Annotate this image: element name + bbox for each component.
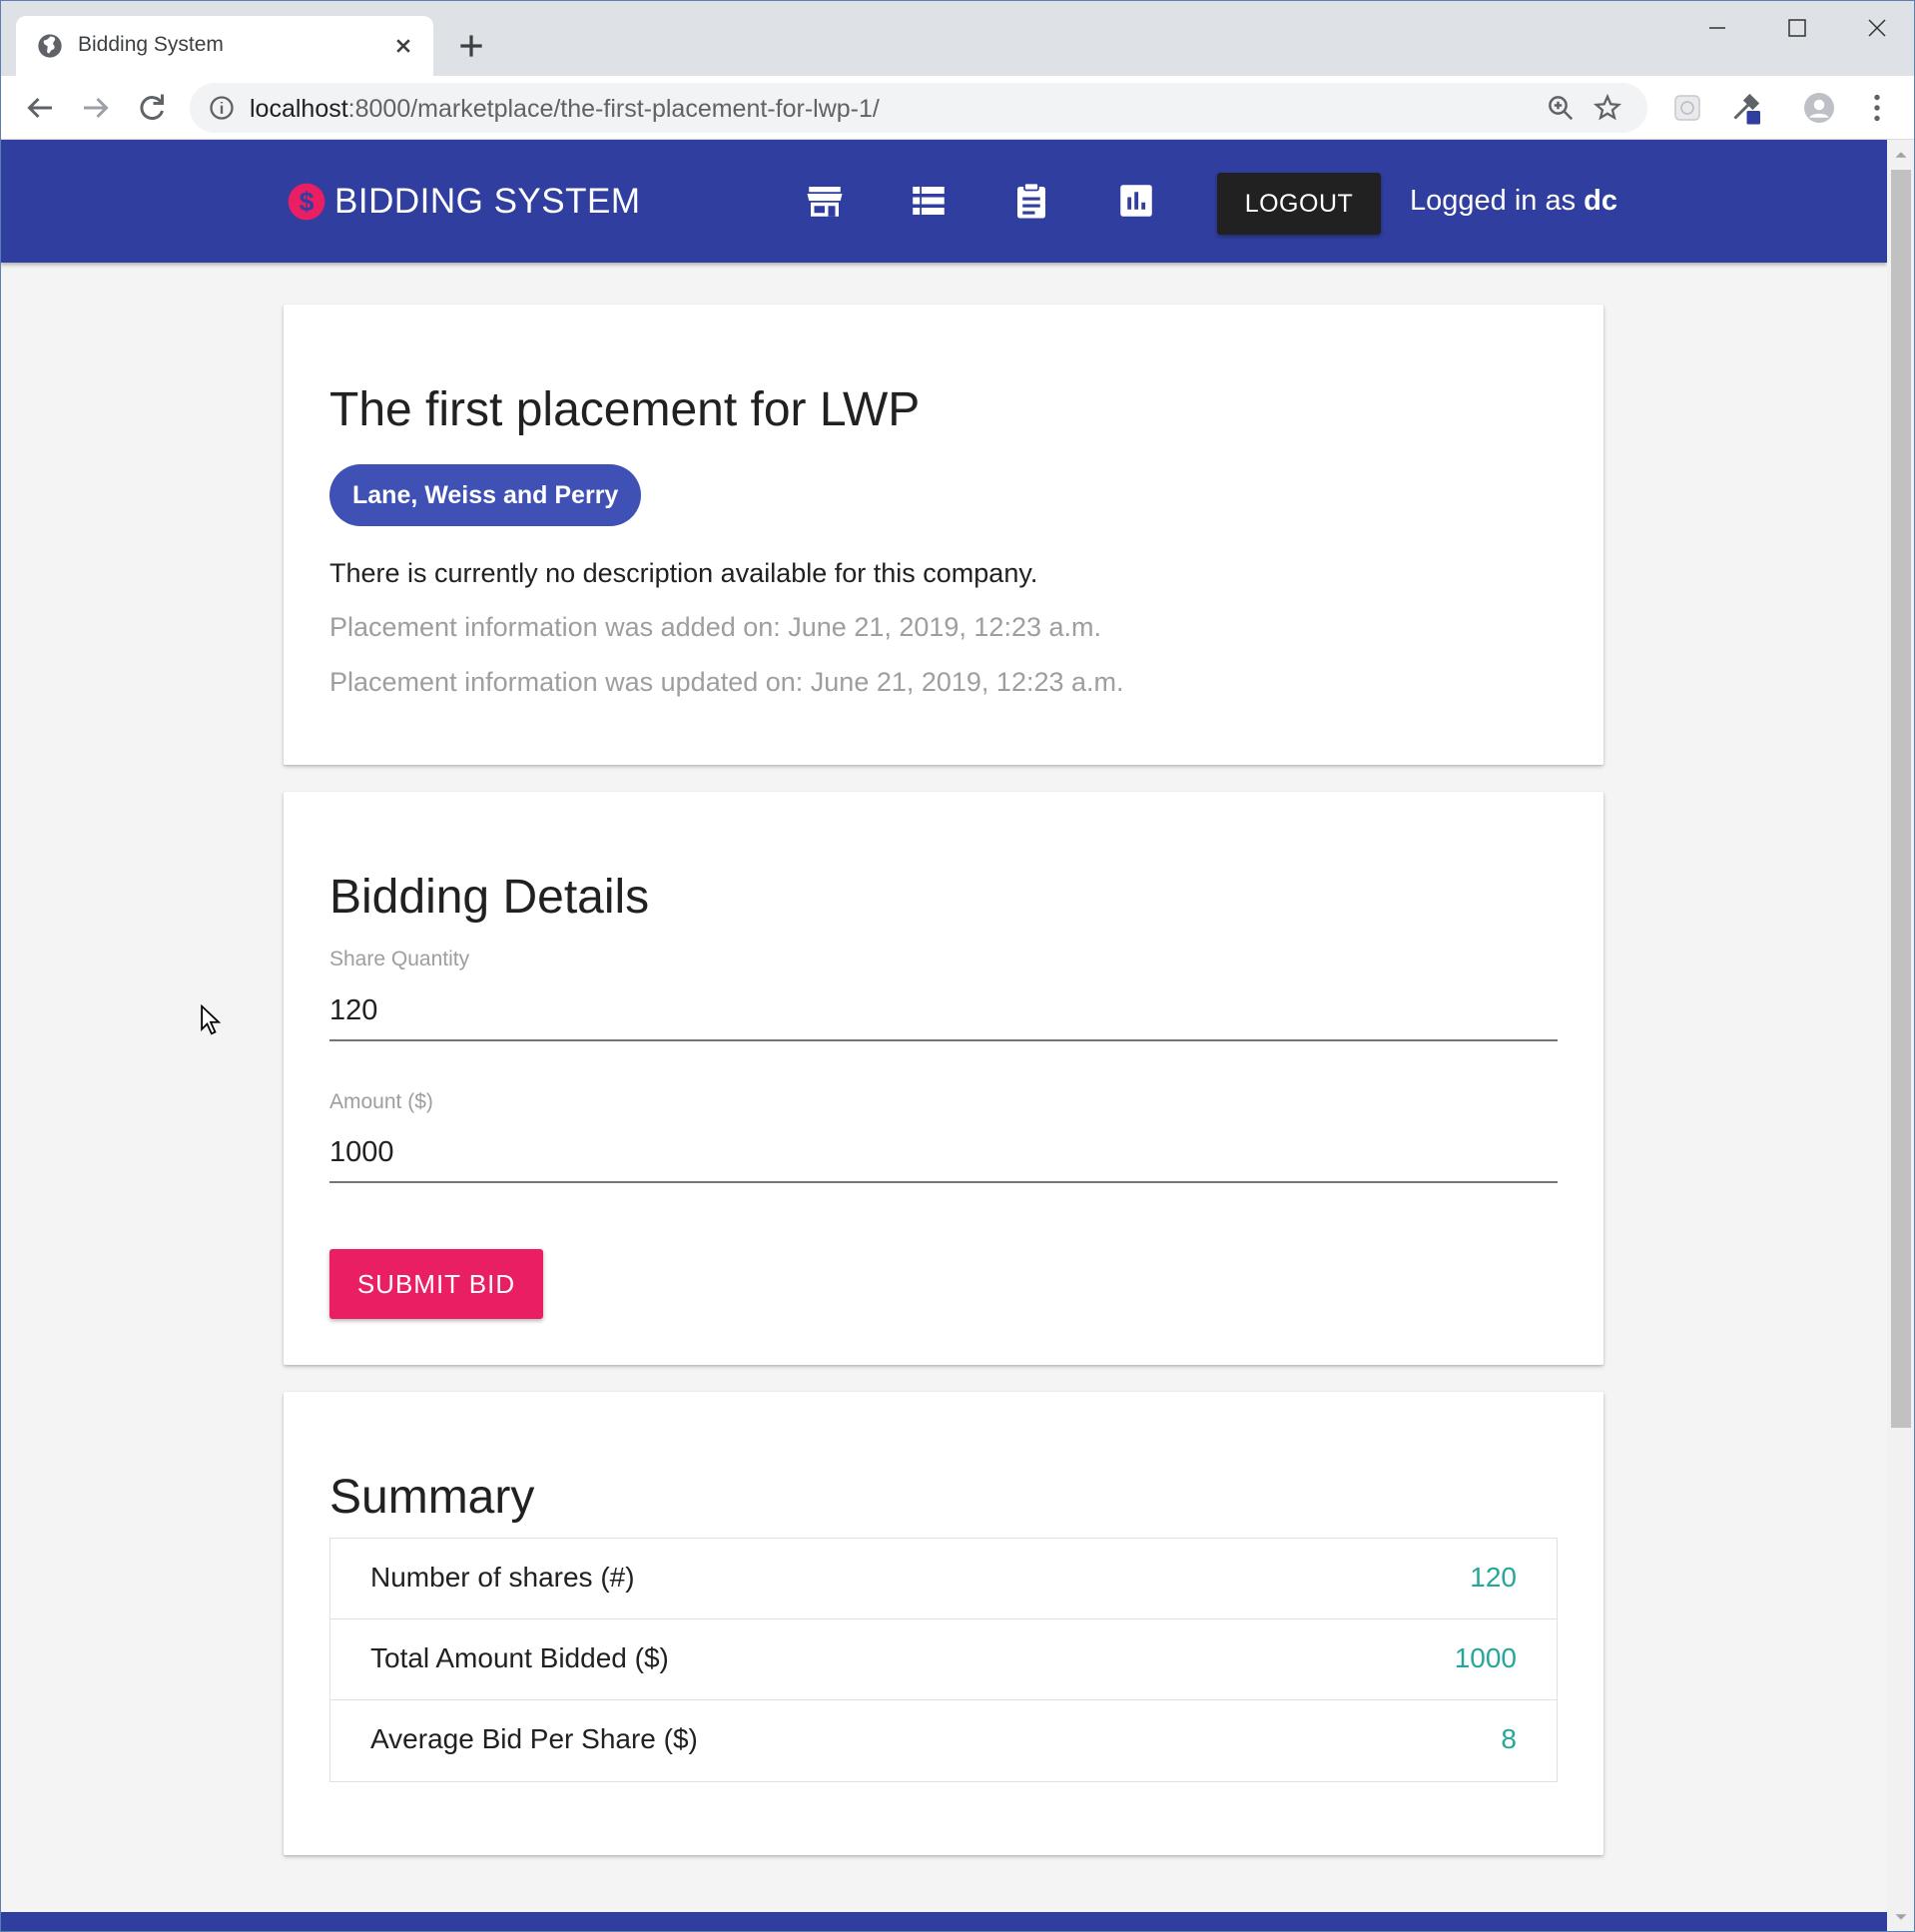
clipboard-icon[interactable] <box>1010 180 1052 222</box>
footer-bar <box>0 1912 1887 1932</box>
amount-input[interactable] <box>329 1123 1558 1183</box>
close-window-icon[interactable] <box>1857 12 1897 44</box>
globe-icon <box>38 34 62 58</box>
brand-title: BIDDING SYSTEM <box>334 182 641 221</box>
app-navbar: $ BIDDING SYSTEM LOGOUT Logged in as dc <box>0 140 1887 263</box>
submit-bid-button[interactable]: SUBMIT BID <box>329 1249 543 1319</box>
scroll-down-arrow-icon[interactable] <box>1894 1910 1908 1924</box>
share-quantity-label: Share Quantity <box>329 948 470 970</box>
summary-table: Number of shares (#) 120 Total Amount Bi… <box>329 1538 1558 1782</box>
browser-tab[interactable]: Bidding System <box>16 16 433 76</box>
info-icon[interactable] <box>208 94 236 122</box>
summary-value: 1000 <box>1454 1642 1517 1673</box>
url-path: :8000/marketplace/the-first-placement-fo… <box>347 95 880 123</box>
logout-button[interactable]: LOGOUT <box>1217 173 1381 235</box>
minimize-icon[interactable] <box>1697 12 1737 44</box>
summary-row: Average Bid Per Share ($) 8 <box>330 1700 1557 1781</box>
bidding-title: Bidding Details <box>329 871 650 924</box>
share-quantity-input[interactable] <box>329 981 1558 1041</box>
profile-avatar-icon[interactable] <box>1801 90 1837 126</box>
storefront-icon[interactable] <box>804 180 846 222</box>
forward-arrow-icon[interactable] <box>78 90 114 126</box>
browser-tabbar: Bidding System <box>0 0 1915 76</box>
reload-icon[interactable] <box>134 90 170 126</box>
company-chip[interactable]: Lane, Weiss and Perry <box>329 464 642 526</box>
address-bar[interactable]: localhost:8000/marketplace/the-first-pla… <box>190 83 1647 133</box>
summary-title: Summary <box>329 1471 535 1524</box>
close-icon[interactable] <box>389 32 417 60</box>
summary-value: 8 <box>1501 1723 1517 1754</box>
eyedropper-extension-icon[interactable] <box>1727 90 1763 126</box>
back-arrow-icon[interactable] <box>22 90 58 126</box>
dollar-logo-icon: $ <box>288 183 325 221</box>
placement-card: The first placement for LWP Lane, Weiss … <box>284 305 1603 765</box>
bar-chart-icon[interactable] <box>1115 180 1157 222</box>
summary-card: Summary Number of shares (#) 120 Total A… <box>284 1392 1603 1855</box>
scrollbar-thumb[interactable] <box>1891 170 1911 1428</box>
company-description: There is currently no description availa… <box>329 558 1038 588</box>
brand-link[interactable]: $ BIDDING SYSTEM <box>287 182 640 222</box>
maximize-icon[interactable] <box>1777 12 1817 44</box>
browser-toolbar: localhost:8000/marketplace/the-first-pla… <box>0 76 1915 140</box>
amount-label: Amount ($) <box>329 1090 433 1113</box>
updated-date: Placement information was updated on: Ju… <box>329 667 1124 697</box>
summary-label: Total Amount Bidded ($) <box>370 1642 669 1673</box>
logged-in-status: Logged in as dc <box>1410 185 1617 218</box>
url-text: localhost:8000/marketplace/the-first-pla… <box>250 95 880 124</box>
summary-value: 120 <box>1470 1562 1517 1593</box>
star-icon[interactable] <box>1593 93 1622 123</box>
summary-label: Number of shares (#) <box>370 1562 635 1593</box>
summary-row: Number of shares (#) 120 <box>330 1539 1557 1619</box>
summary-label: Average Bid Per Share ($) <box>370 1723 698 1754</box>
list-icon[interactable] <box>908 180 950 222</box>
svg-text:$: $ <box>300 187 315 217</box>
added-date: Placement information was added on: June… <box>329 612 1101 642</box>
summary-row: Total Amount Bidded ($) 1000 <box>330 1619 1557 1700</box>
zoom-icon[interactable] <box>1546 93 1576 123</box>
extension-icon[interactable] <box>1669 90 1705 126</box>
menu-dots-icon[interactable] <box>1859 90 1895 126</box>
username: dc <box>1584 185 1617 217</box>
mouse-cursor-icon <box>201 1004 222 1035</box>
page-scrollbar[interactable] <box>1887 140 1915 1932</box>
tab-title: Bidding System <box>78 33 224 56</box>
placement-title: The first placement for LWP <box>329 383 921 436</box>
new-tab-icon[interactable] <box>455 30 487 62</box>
logged-in-prefix: Logged in as <box>1410 185 1585 217</box>
url-host: localhost <box>250 95 348 123</box>
bidding-card: Bidding Details Share Quantity Amount ($… <box>284 792 1603 1365</box>
scroll-up-arrow-icon[interactable] <box>1894 148 1908 162</box>
